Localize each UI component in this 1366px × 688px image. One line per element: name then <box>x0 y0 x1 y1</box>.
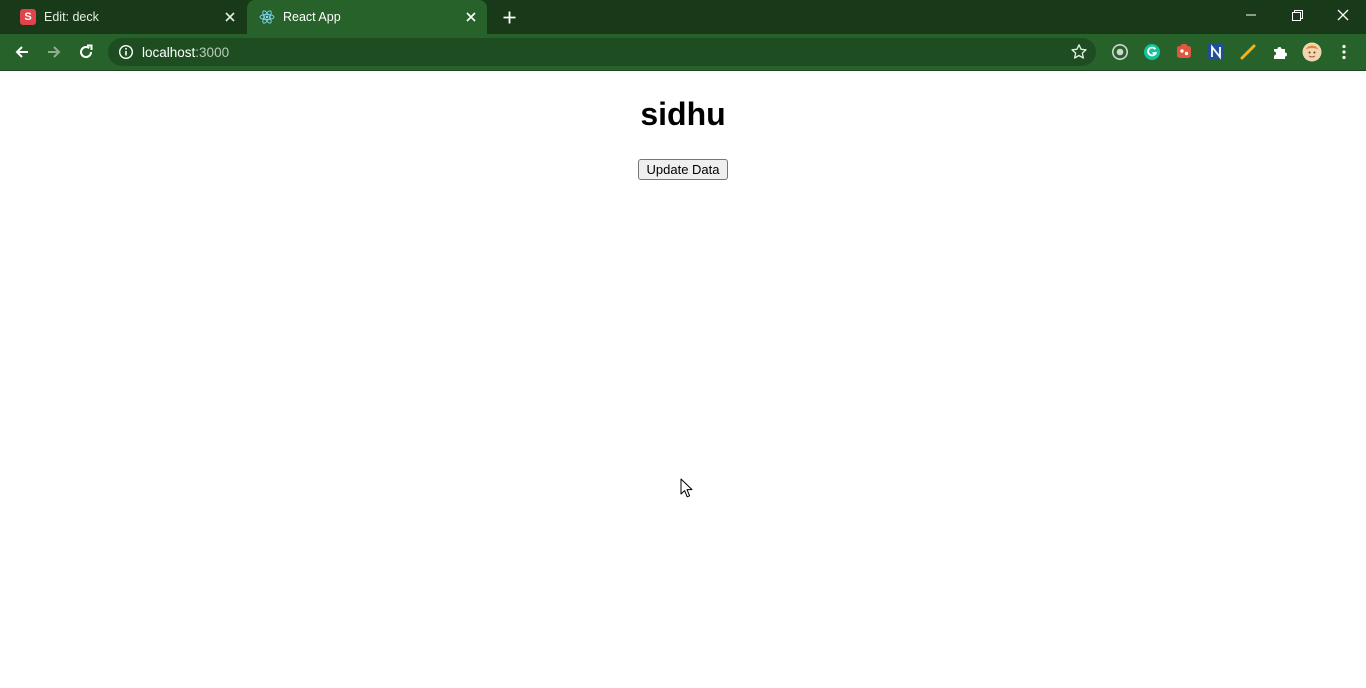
tab-title: Edit: deck <box>44 10 99 24</box>
puzzle-icon[interactable] <box>1270 42 1290 62</box>
mouse-cursor-icon <box>680 478 693 498</box>
pencil-icon[interactable] <box>1238 42 1258 62</box>
arrow-left-icon <box>15 46 28 58</box>
restore-button[interactable] <box>1274 0 1320 30</box>
url-port: :3000 <box>195 44 230 60</box>
tab-react-app[interactable]: React App <box>247 0 487 34</box>
browser-titlebar: S Edit: deck React App <box>0 0 1366 34</box>
window-close-button[interactable] <box>1320 0 1366 30</box>
toolbar-divider <box>0 70 1366 71</box>
avatar[interactable] <box>1302 42 1322 62</box>
close-icon[interactable] <box>463 9 479 25</box>
extension-n-icon[interactable] <box>1206 42 1226 62</box>
reload-button[interactable] <box>72 38 100 66</box>
menu-kebab-icon[interactable] <box>1334 42 1354 62</box>
extension-record-icon[interactable] <box>1110 42 1130 62</box>
forward-button[interactable] <box>40 38 68 66</box>
back-button[interactable] <box>8 38 36 66</box>
restore-icon <box>1291 9 1303 21</box>
extension-red-icon[interactable] <box>1174 42 1194 62</box>
address-bar[interactable]: localhost:3000 <box>108 38 1096 66</box>
info-icon[interactable] <box>118 44 134 60</box>
bookmark-star-icon[interactable] <box>1070 43 1088 61</box>
tab-title: React App <box>283 10 341 24</box>
plus-icon <box>503 11 515 23</box>
update-data-button[interactable]: Update Data <box>638 159 728 180</box>
s-letter-icon: S <box>20 9 36 25</box>
minimize-icon <box>1246 14 1256 16</box>
page-title: sidhu <box>640 96 726 132</box>
arrow-right-icon <box>48 46 61 58</box>
minimize-button[interactable] <box>1228 0 1274 30</box>
close-icon <box>1337 9 1349 21</box>
reload-icon <box>80 44 93 58</box>
grammarly-icon[interactable] <box>1142 42 1162 62</box>
tab-edit-deck[interactable]: S Edit: deck <box>8 0 246 34</box>
url-text: localhost:3000 <box>142 45 229 60</box>
new-tab-button[interactable] <box>498 6 520 28</box>
url-host: localhost <box>142 44 196 60</box>
close-icon[interactable] <box>222 9 238 25</box>
react-icon <box>259 9 275 25</box>
